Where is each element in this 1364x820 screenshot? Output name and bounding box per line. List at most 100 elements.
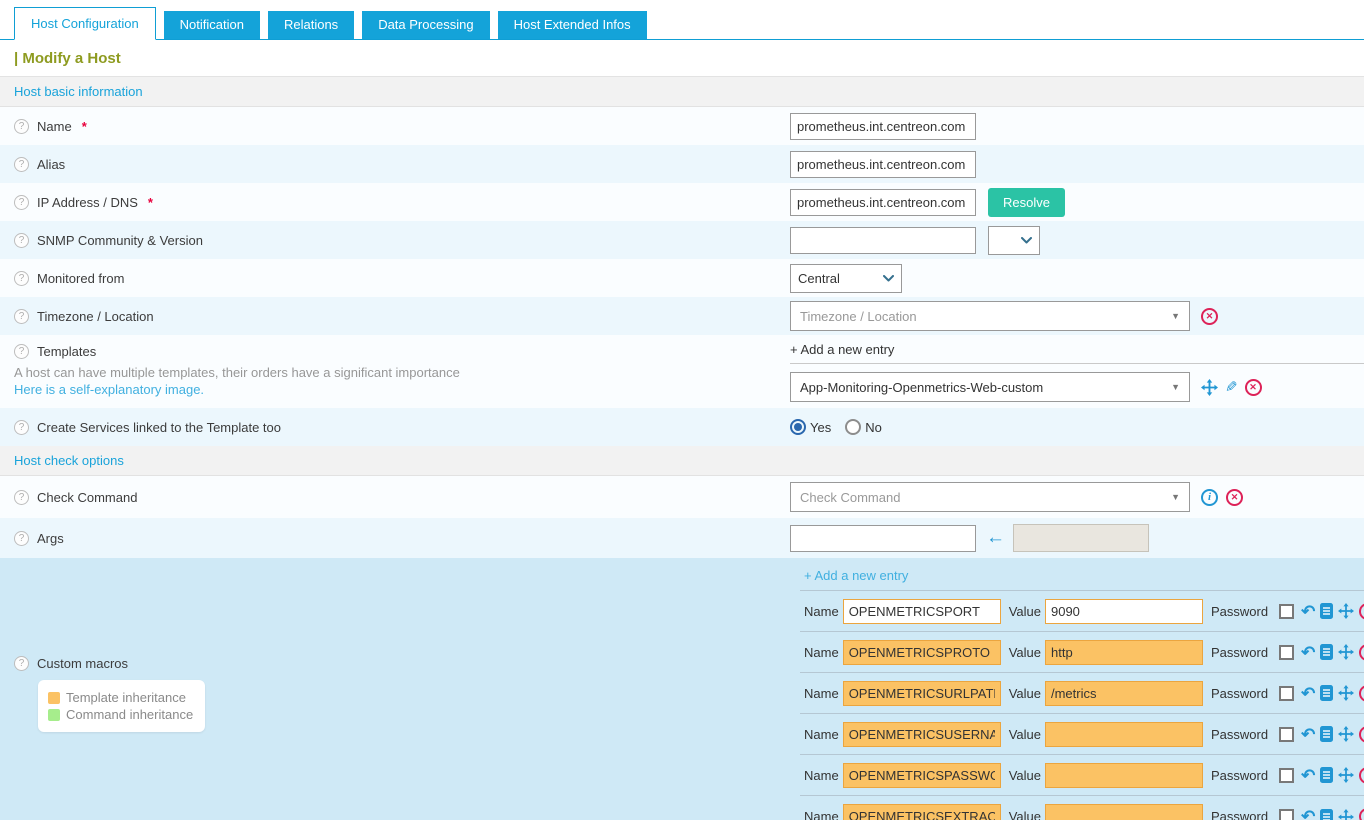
macro-name-input[interactable] — [843, 681, 1001, 706]
macro-value-label: Value — [1009, 727, 1041, 742]
password-checkbox[interactable] — [1279, 604, 1294, 619]
templates-add-entry[interactable]: + Add a new entry — [790, 342, 1364, 357]
undo-icon[interactable]: ↶ — [1301, 767, 1315, 784]
tab-notification[interactable]: Notification — [164, 11, 260, 39]
legend-command-inheritance: Command inheritance — [66, 706, 193, 723]
password-checkbox[interactable] — [1279, 727, 1294, 742]
macro-value-input[interactable] — [1045, 763, 1203, 788]
help-icon[interactable]: ? — [14, 233, 29, 248]
password-checkbox[interactable] — [1279, 809, 1294, 820]
create-services-label: Create Services linked to the Template t… — [37, 420, 281, 435]
delete-macro-icon[interactable]: ✕ — [1359, 644, 1364, 661]
arrow-left-icon: ← — [986, 527, 1005, 549]
row-name: ? Name * — [0, 107, 1364, 145]
macro-value-label: Value — [1009, 604, 1041, 619]
undo-icon[interactable]: ↶ — [1301, 808, 1315, 820]
macro-value-input[interactable] — [1045, 640, 1203, 665]
clear-check-command-icon[interactable]: ✕ — [1226, 489, 1243, 506]
args-input[interactable] — [790, 525, 976, 552]
clear-timezone-icon[interactable]: ✕ — [1201, 308, 1218, 325]
description-icon[interactable] — [1320, 603, 1333, 619]
timezone-select[interactable]: Timezone / Location ▼ — [790, 301, 1190, 331]
move-icon[interactable] — [1338, 685, 1354, 701]
snmp-version-select[interactable] — [988, 226, 1040, 255]
templates-help-link[interactable]: Here is a self-explanatory image. — [14, 382, 790, 397]
undo-icon[interactable]: ↶ — [1301, 644, 1315, 661]
resolve-button[interactable]: Resolve — [988, 188, 1065, 217]
tab-host-configuration[interactable]: Host Configuration — [14, 7, 156, 40]
required-asterisk: * — [148, 195, 153, 210]
tab-bar: Host Configuration Notification Relation… — [0, 0, 1364, 40]
macro-value-input[interactable] — [1045, 722, 1203, 747]
help-icon[interactable]: ? — [14, 309, 29, 324]
edit-template-icon[interactable]: ✎ — [1225, 380, 1238, 395]
description-icon[interactable] — [1320, 726, 1333, 742]
move-icon[interactable] — [1338, 644, 1354, 660]
password-checkbox[interactable] — [1279, 686, 1294, 701]
chevron-down-icon — [1021, 237, 1032, 244]
macro-name-input[interactable] — [843, 763, 1001, 788]
macros-add-entry[interactable]: + Add a new entry — [790, 562, 1364, 583]
ip-input[interactable] — [790, 189, 976, 216]
macro-value-label: Value — [1009, 645, 1041, 660]
monitored-from-label: Monitored from — [37, 271, 124, 286]
help-icon[interactable]: ? — [14, 344, 29, 359]
macro-name-input[interactable] — [843, 804, 1001, 820]
undo-icon[interactable]: ↶ — [1301, 726, 1315, 743]
macro-name-input[interactable] — [843, 599, 1001, 624]
help-icon[interactable]: ? — [14, 656, 29, 671]
snmp-community-input[interactable] — [790, 227, 976, 254]
macro-value-input[interactable] — [1045, 804, 1203, 820]
radio-yes[interactable] — [790, 419, 806, 435]
check-command-select[interactable]: Check Command ▼ — [790, 482, 1190, 512]
delete-template-icon[interactable]: ✕ — [1245, 379, 1262, 396]
template-select[interactable]: App-Monitoring-Openmetrics-Web-custom ▼ — [790, 372, 1190, 402]
password-checkbox[interactable] — [1279, 645, 1294, 660]
move-icon[interactable] — [1338, 726, 1354, 742]
radio-no[interactable] — [845, 419, 861, 435]
macro-name-input[interactable] — [843, 640, 1001, 665]
tab-data-processing[interactable]: Data Processing — [362, 11, 489, 39]
row-templates: ? Templates A host can have multiple tem… — [0, 335, 1364, 408]
macro-row: Name Value Password ↶ ✕ — [800, 755, 1364, 796]
info-icon[interactable]: i — [1201, 489, 1218, 506]
delete-macro-icon[interactable]: ✕ — [1359, 603, 1364, 620]
macro-row: Name Value Password ↶ ✕ — [800, 796, 1364, 820]
alias-label: Alias — [37, 157, 65, 172]
password-checkbox[interactable] — [1279, 768, 1294, 783]
macro-name-label: Name — [804, 727, 839, 742]
move-icon[interactable] — [1338, 603, 1354, 619]
monitored-from-select[interactable]: Central — [790, 264, 902, 293]
name-input[interactable] — [790, 113, 976, 140]
undo-icon[interactable]: ↶ — [1301, 685, 1315, 702]
help-icon[interactable]: ? — [14, 490, 29, 505]
tab-relations[interactable]: Relations — [268, 11, 354, 39]
tab-host-extended-infos[interactable]: Host Extended Infos — [498, 11, 647, 39]
custom-macros-panel: ? Custom macros Template inheritance Com… — [0, 558, 1364, 820]
delete-macro-icon[interactable]: ✕ — [1359, 726, 1364, 743]
help-icon[interactable]: ? — [14, 420, 29, 435]
help-icon[interactable]: ? — [14, 271, 29, 286]
row-create-services: ? Create Services linked to the Template… — [0, 408, 1364, 446]
move-icon[interactable] — [1338, 767, 1354, 783]
description-icon[interactable] — [1320, 685, 1333, 701]
undo-icon[interactable]: ↶ — [1301, 603, 1315, 620]
description-icon[interactable] — [1320, 767, 1333, 783]
delete-macro-icon[interactable]: ✕ — [1359, 808, 1364, 820]
description-icon[interactable] — [1320, 644, 1333, 660]
radio-no-label: No — [865, 420, 882, 435]
move-icon[interactable] — [1201, 379, 1218, 396]
macro-name-input[interactable] — [843, 722, 1001, 747]
macro-value-input[interactable] — [1045, 681, 1203, 706]
delete-macro-icon[interactable]: ✕ — [1359, 767, 1364, 784]
delete-macro-icon[interactable]: ✕ — [1359, 685, 1364, 702]
description-icon[interactable] — [1320, 809, 1333, 820]
alias-input[interactable] — [790, 151, 976, 178]
help-icon[interactable]: ? — [14, 195, 29, 210]
help-icon[interactable]: ? — [14, 119, 29, 134]
macro-password-label: Password — [1211, 727, 1268, 742]
macro-value-input[interactable] — [1045, 599, 1203, 624]
move-icon[interactable] — [1338, 809, 1354, 820]
help-icon[interactable]: ? — [14, 157, 29, 172]
help-icon[interactable]: ? — [14, 531, 29, 546]
